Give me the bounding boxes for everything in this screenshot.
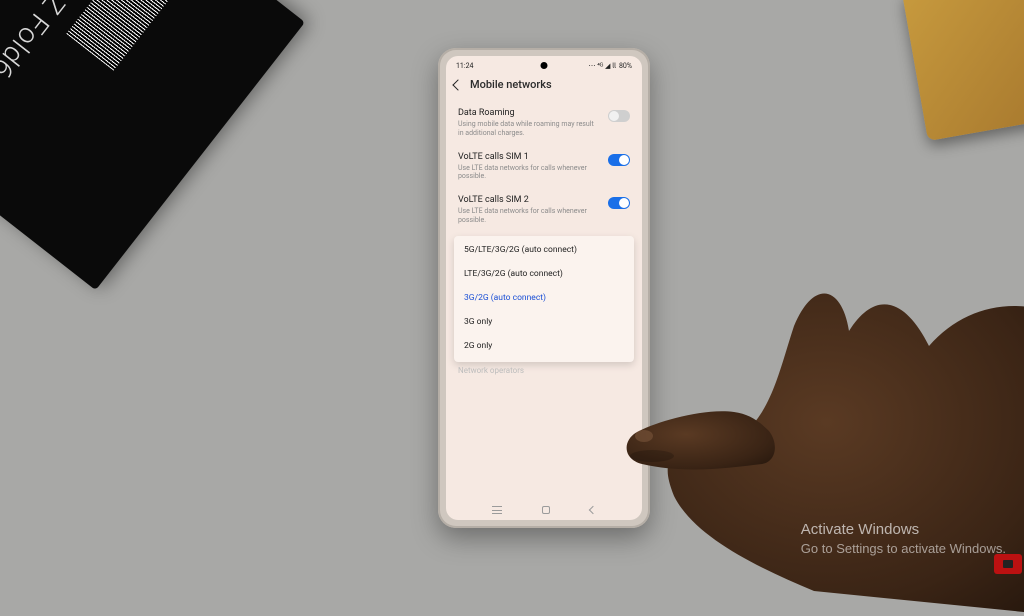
toggle-volte-sim2[interactable] <box>608 197 630 209</box>
barcode-icon <box>66 0 187 71</box>
network-option-3g2g[interactable]: 3G/2G (auto connect) <box>454 286 634 310</box>
toggle-volte-sim1[interactable] <box>608 154 630 166</box>
back-nav-icon[interactable] <box>589 506 597 514</box>
channel-badge-icon <box>994 554 1022 574</box>
setting-subtitle: Using mobile data while roaming may resu… <box>458 120 600 138</box>
network-option-5g[interactable]: 5G/LTE/3G/2G (auto connect) <box>454 238 634 262</box>
setting-title: VoLTE calls SIM 2 <box>458 195 600 205</box>
home-icon[interactable] <box>542 506 550 514</box>
network-option-2g[interactable]: 2G only <box>454 334 634 358</box>
setting-subtitle: Use LTE data networks for calls whenever… <box>458 207 600 225</box>
setting-network-operators[interactable]: Network operators <box>446 362 642 379</box>
product-box: Galaxy Z Fold6 <box>0 0 305 290</box>
android-navbar <box>446 506 642 514</box>
watermark-title: Activate Windows <box>801 520 1006 540</box>
wooden-object <box>902 0 1024 141</box>
setting-volte-sim2[interactable]: VoLTE calls SIM 2 Use LTE data networks … <box>446 188 642 232</box>
status-battery: 80% <box>619 62 632 70</box>
page-title: Mobile networks <box>470 78 552 91</box>
status-net-icon: ⋯ ⁴ᴳ ◢ 𝗅𝗅 <box>588 62 616 70</box>
camera-punch-hole-icon <box>541 62 548 69</box>
status-time: 11:24 <box>456 62 473 70</box>
setting-subtitle: Use LTE data networks for calls whenever… <box>458 164 600 182</box>
setting-data-roaming[interactable]: Data Roaming Using mobile data while roa… <box>446 101 642 145</box>
network-option-3g[interactable]: 3G only <box>454 310 634 334</box>
windows-activation-watermark: Activate Windows Go to Settings to activ… <box>801 520 1006 558</box>
phone-frame: 11:24 ⋯ ⁴ᴳ ◢ 𝗅𝗅 80% Mobile networks Data… <box>438 48 650 528</box>
watermark-sub: Go to Settings to activate Windows. <box>801 540 1006 558</box>
toggle-data-roaming[interactable] <box>608 110 630 122</box>
back-icon[interactable] <box>452 79 463 90</box>
network-option-lte[interactable]: LTE/3G/2G (auto connect) <box>454 262 634 286</box>
page-header: Mobile networks <box>446 72 642 101</box>
phone-screen: 11:24 ⋯ ⁴ᴳ ◢ 𝗅𝗅 80% Mobile networks Data… <box>446 56 642 520</box>
setting-title: Data Roaming <box>458 108 600 118</box>
setting-title: VoLTE calls SIM 1 <box>458 152 600 162</box>
setting-volte-sim1[interactable]: VoLTE calls SIM 1 Use LTE data networks … <box>446 145 642 189</box>
recents-icon[interactable] <box>492 506 502 514</box>
network-mode-dropdown: 5G/LTE/3G/2G (auto connect) LTE/3G/2G (a… <box>454 236 634 362</box>
